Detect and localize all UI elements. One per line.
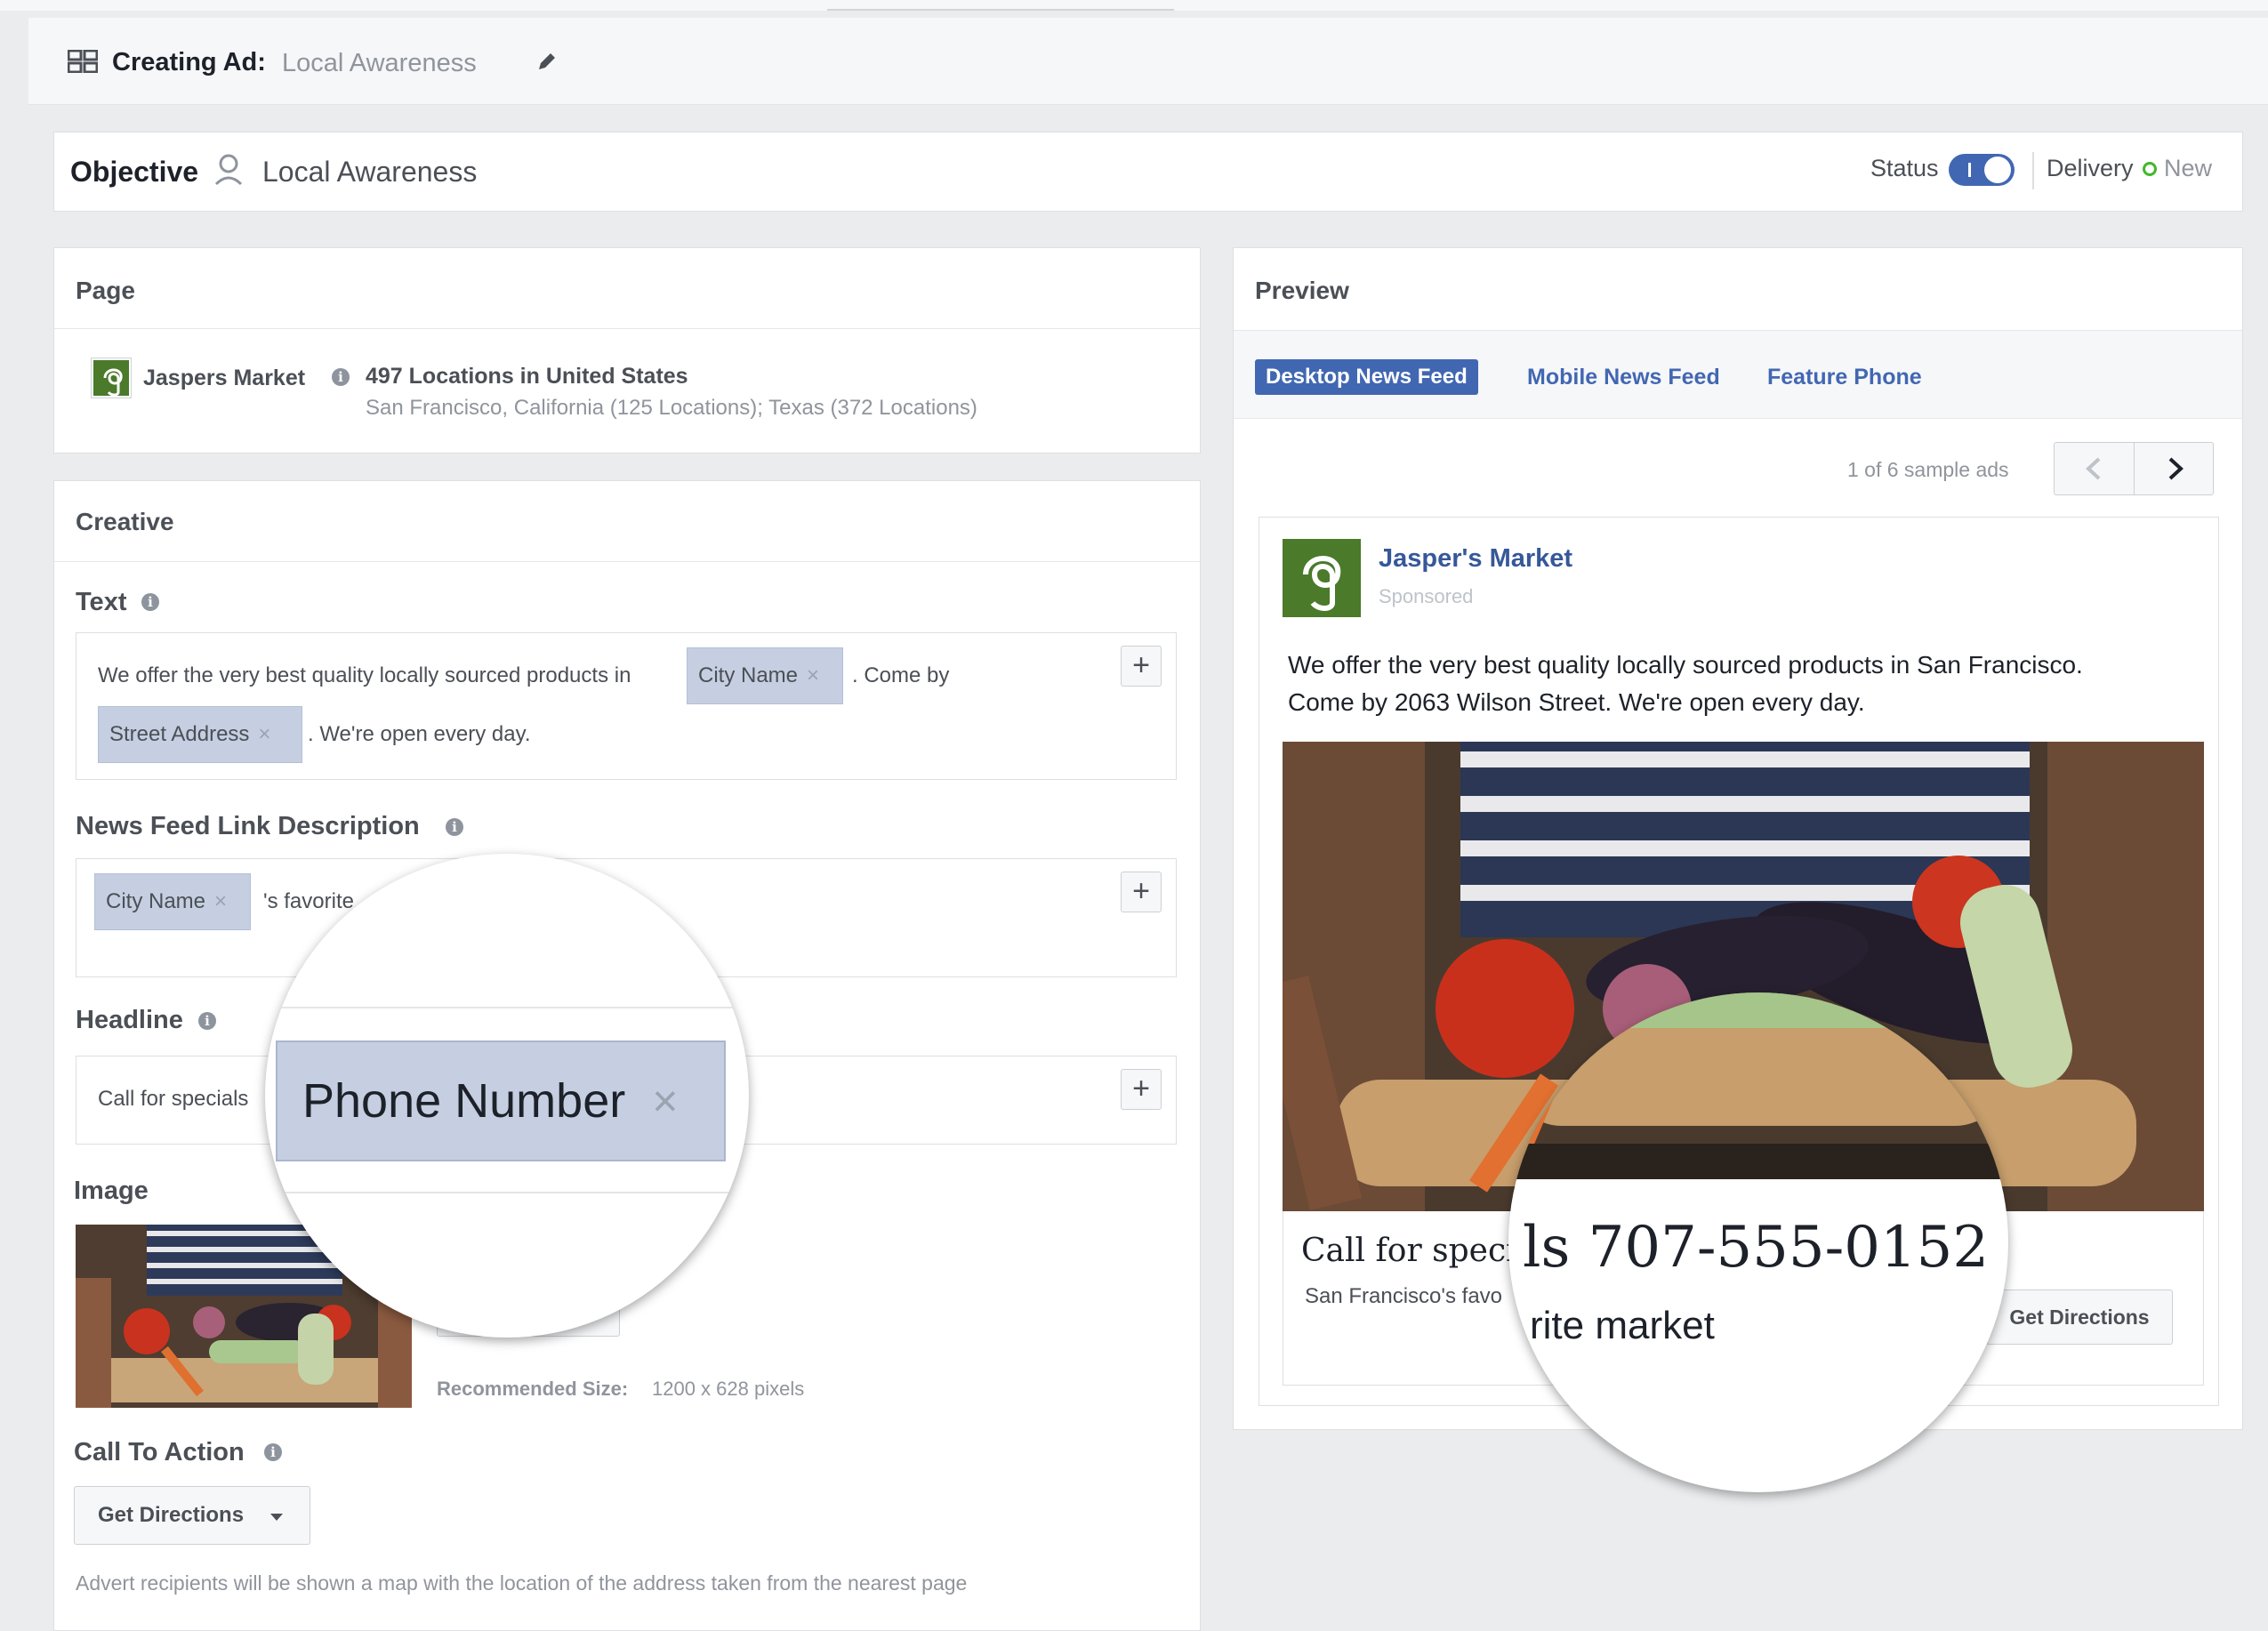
remove-token-icon[interactable]: × bbox=[214, 889, 227, 914]
add-text-variant-button[interactable]: + bbox=[1121, 646, 1162, 687]
preview-heading: Preview bbox=[1255, 277, 1349, 304]
page-name[interactable]: Jaspers Market bbox=[143, 366, 305, 391]
add-link-description-button[interactable]: + bbox=[1121, 872, 1162, 912]
text-info-icon[interactable]: i bbox=[141, 593, 159, 611]
image-label: Image bbox=[74, 1177, 149, 1205]
ad-description: San Francisco's favo bbox=[1305, 1284, 1503, 1308]
headline-info-icon[interactable]: i bbox=[198, 1012, 216, 1030]
link-description-label: News Feed Link Description bbox=[76, 812, 420, 840]
cta-dropdown-value: Get Directions bbox=[98, 1503, 245, 1527]
creative-heading: Creative bbox=[76, 508, 174, 535]
caret-down-icon bbox=[270, 1514, 283, 1521]
phone-number-token[interactable]: Phone Number × bbox=[276, 1040, 726, 1161]
magnifier-right: ls 707-555-0152 rite market bbox=[1508, 992, 2008, 1492]
magnifier-left-field-line bbox=[265, 1007, 749, 1008]
advertiser-logo bbox=[1283, 539, 1361, 617]
magnifier-left: Phone Number × bbox=[265, 854, 749, 1338]
objective-value: Local Awareness bbox=[262, 156, 478, 188]
cta-footnote: Advert recipients will be shown a map wi… bbox=[76, 1571, 968, 1595]
token-label: City Name bbox=[698, 663, 799, 687]
page-divider bbox=[54, 328, 1200, 329]
page-logo bbox=[92, 358, 131, 398]
remove-token-icon[interactable]: × bbox=[807, 663, 819, 688]
street-address-token[interactable]: Street Address × bbox=[98, 706, 302, 763]
recommended-size-value: 1200 x 628 pixels bbox=[652, 1378, 805, 1400]
city-name-token[interactable]: City Name × bbox=[94, 873, 251, 930]
status-toggle[interactable] bbox=[1949, 154, 2015, 186]
status-divider bbox=[2032, 152, 2034, 189]
magnified-description: rite market bbox=[1530, 1304, 1715, 1347]
tab-desktop-news-feed[interactable]: Desktop News Feed bbox=[1255, 359, 1478, 395]
locations-count: 497 Locations in United States bbox=[366, 364, 688, 389]
locations-detail: San Francisco, California (125 Locations… bbox=[366, 396, 977, 420]
cta-info-icon[interactable]: i bbox=[264, 1443, 282, 1461]
headline-label: Headline bbox=[76, 1006, 183, 1034]
creative-divider bbox=[54, 561, 1200, 562]
delivery-label: Delivery bbox=[2047, 155, 2134, 181]
link-description-text: 's favorite bbox=[263, 889, 354, 913]
remove-token-icon[interactable]: × bbox=[652, 1075, 678, 1127]
magnifier-right-image-slice bbox=[1508, 992, 2008, 1179]
page-panel: Page Jaspers Market i 497 Locations in U… bbox=[53, 247, 1201, 454]
cta-dropdown[interactable]: Get Directions bbox=[74, 1486, 310, 1545]
headline-text: Call for specials bbox=[98, 1087, 249, 1111]
preview-tabs-bar: Desktop News Feed Mobile News Feed Featu… bbox=[1234, 330, 2242, 419]
text-label: Text bbox=[76, 588, 127, 616]
ads-grid-icon bbox=[67, 49, 99, 74]
post-text-line-2: Come by 2063 Wilson Street. We're open e… bbox=[1288, 688, 1865, 716]
sample-ad-counter: 1 of 6 sample ads bbox=[1847, 458, 2009, 481]
status-label: Status bbox=[1870, 155, 1939, 181]
locations-info-icon[interactable]: i bbox=[332, 368, 350, 386]
status-toggle-mark bbox=[1968, 163, 1971, 177]
objective-bar: Objective Local Awareness Status Deliver… bbox=[53, 132, 2243, 212]
tab-mobile-news-feed[interactable]: Mobile News Feed bbox=[1527, 365, 1720, 390]
next-ad-chevron-icon[interactable] bbox=[2135, 443, 2215, 494]
magnifier-left-field-line bbox=[265, 1192, 749, 1193]
top-tab-indicator bbox=[827, 0, 1174, 11]
previous-ad-chevron-icon[interactable] bbox=[2055, 443, 2135, 494]
header-ad-name: Local Awareness bbox=[282, 49, 477, 77]
recommended-size-label: Recommended Size: bbox=[437, 1378, 629, 1400]
text-part-1: We offer the very best quality locally s… bbox=[98, 663, 631, 687]
token-label: Street Address bbox=[109, 722, 250, 746]
token-label: City Name bbox=[106, 889, 206, 913]
tab-feature-phone[interactable]: Feature Phone bbox=[1767, 365, 1922, 390]
page-heading: Page bbox=[76, 277, 135, 304]
pager bbox=[2054, 442, 2214, 495]
remove-token-icon[interactable]: × bbox=[258, 722, 270, 747]
link-description-info-icon[interactable]: i bbox=[446, 818, 463, 836]
delivery-status-dot-icon bbox=[2143, 162, 2157, 176]
edit-pencil-icon[interactable] bbox=[535, 50, 559, 73]
phone-number-token-label: Phone Number bbox=[302, 1074, 626, 1128]
sponsored-label: Sponsored bbox=[1379, 585, 1474, 607]
get-directions-button[interactable]: Get Directions bbox=[1986, 1290, 2173, 1345]
magnified-headline: ls 707-555-0152 bbox=[1523, 1215, 1990, 1281]
text-input[interactable]: We offer the very best quality locally s… bbox=[76, 632, 1177, 780]
add-headline-button[interactable]: + bbox=[1121, 1069, 1162, 1110]
objective-label: Objective bbox=[70, 156, 199, 188]
advertiser-name[interactable]: Jasper's Market bbox=[1379, 544, 1572, 574]
city-name-token[interactable]: City Name × bbox=[687, 647, 843, 704]
cta-label: Call To Action bbox=[74, 1438, 245, 1466]
status-toggle-knob bbox=[1984, 157, 2011, 183]
delivery-value: New bbox=[2164, 155, 2213, 181]
post-text-line-1: We offer the very best quality locally s… bbox=[1288, 651, 2083, 679]
text-part-2: . Come by bbox=[852, 663, 950, 687]
text-part-3: . We're open every day. bbox=[308, 722, 531, 746]
header-title-prefix: Creating Ad: bbox=[112, 48, 266, 76]
location-pin-icon bbox=[214, 152, 243, 186]
header-bar: Creating Ad: Local Awareness bbox=[28, 18, 2268, 105]
ad-headline: Call for specia bbox=[1301, 1233, 1536, 1269]
